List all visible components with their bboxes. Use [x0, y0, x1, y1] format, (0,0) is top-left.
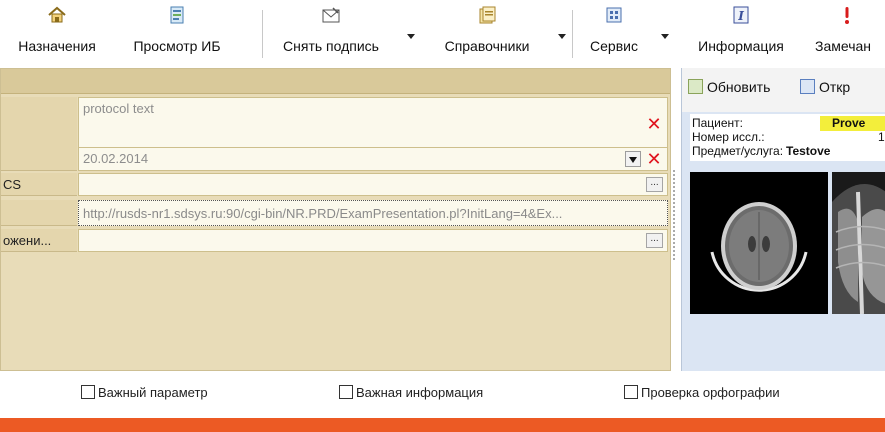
- home-icon: [46, 4, 68, 26]
- ct-head-thumbnail[interactable]: [690, 172, 828, 314]
- toolbar-label: Снять подпись: [283, 38, 379, 54]
- toolbar-separator: [572, 10, 573, 58]
- toolbar-button-dictionaries[interactable]: Справочники: [428, 4, 546, 60]
- open-icon: [800, 79, 815, 94]
- refresh-button[interactable]: Обновить: [688, 79, 770, 95]
- attachments-ellipsis-button[interactable]: ...: [646, 233, 663, 248]
- status-bar: [0, 418, 885, 432]
- toolbar-button-remarks[interactable]: Замечан: [807, 4, 885, 60]
- row-label: [1, 147, 77, 171]
- main-toolbar: Назначения Просмотр ИБ Снять подпись Спр…: [0, 0, 885, 62]
- toolbar-separator: [262, 10, 263, 58]
- toolbar-button-service[interactable]: Сервис: [581, 4, 647, 60]
- service-icon: [603, 4, 625, 26]
- field-value: 20.02.2014: [83, 151, 149, 166]
- pacs-field[interactable]: [78, 173, 668, 196]
- patient-row: Пациент: Prove: [690, 116, 885, 131]
- exam-number-key: Номер иссл.:: [692, 130, 765, 144]
- subject-value: Testove: [786, 144, 831, 158]
- open-label: Откр: [819, 79, 851, 95]
- checkbox-box[interactable]: [81, 385, 95, 399]
- important-information-checkbox[interactable]: Важная информация: [339, 385, 483, 400]
- important-parameter-checkbox[interactable]: Важный параметр: [81, 385, 208, 400]
- toolbar-button-view-record[interactable]: Просмотр ИБ: [117, 4, 237, 60]
- checkbox-box[interactable]: [624, 385, 638, 399]
- panel-splitter[interactable]: [673, 170, 677, 260]
- field-value: protocol text: [83, 101, 154, 116]
- chevron-down-icon[interactable]: [407, 34, 415, 39]
- row-label: [1, 200, 77, 226]
- patient-info-box: Пациент: Prove Номер иссл.: 1 Предмет/ус…: [690, 114, 885, 161]
- toolbar-button-information[interactable]: I Информация: [686, 4, 796, 60]
- toolbar-label: Справочники: [444, 38, 530, 54]
- refresh-icon: [688, 79, 703, 94]
- pacs-ellipsis-button[interactable]: ...: [646, 177, 663, 192]
- row-label-attachments: ожени...: [1, 229, 77, 252]
- toolbar-label: Замечан: [815, 38, 871, 54]
- toolbar-button-remove-signature[interactable]: Снять подпись: [272, 4, 390, 60]
- patient-value: Prove: [832, 116, 866, 130]
- toolbar-label: Назначения: [18, 38, 96, 54]
- subject-row: Предмет/услуга: Testove: [690, 144, 885, 159]
- checkbox-label: Проверка орфографии: [641, 385, 780, 400]
- row-label: CS: [1, 173, 77, 196]
- open-button[interactable]: Откр: [800, 79, 850, 95]
- toolbar-button-appointments[interactable]: Назначения: [8, 4, 106, 60]
- subject-key: Предмет/услуга:: [692, 144, 784, 158]
- chest-xray-thumbnail[interactable]: [832, 172, 885, 314]
- toolbar-label: Сервис: [590, 38, 638, 54]
- form-header: [1, 69, 670, 94]
- clear-protocol-button[interactable]: ✕: [645, 115, 663, 133]
- checkbox-label: Важная информация: [356, 385, 484, 400]
- date-field[interactable]: 20.02.2014: [78, 147, 668, 171]
- options-bar: Важный параметр Важная информация Провер…: [0, 372, 885, 416]
- field-value: http://rusds-nr1.sdsys.ru:90/cgi-bin/NR.…: [83, 206, 563, 221]
- spellcheck-checkbox[interactable]: Проверка орфографии: [624, 385, 780, 400]
- patient-key: Пациент:: [692, 116, 744, 130]
- record-view-icon: [166, 4, 188, 26]
- protocol-form-panel: protocol text ✕ 20.02.2014 ✕ CS ... http…: [0, 68, 671, 371]
- chevron-down-icon[interactable]: [558, 34, 566, 39]
- checkbox-label: Важный параметр: [98, 385, 208, 400]
- toolbar-label: Информация: [698, 38, 784, 54]
- checkbox-box[interactable]: [339, 385, 353, 399]
- exam-number-row: Номер иссл.: 1: [690, 130, 885, 145]
- date-dropdown-button[interactable]: [625, 151, 641, 167]
- dictionary-icon: [476, 4, 498, 26]
- toolbar-label: Просмотр ИБ: [133, 38, 221, 54]
- info-icon: I: [730, 4, 752, 26]
- refresh-label: Обновить: [707, 79, 771, 95]
- attachments-field[interactable]: [78, 229, 668, 252]
- exclamation-icon: [836, 4, 858, 26]
- viewer-toolbar: Обновить Откр: [682, 68, 885, 112]
- clear-date-button[interactable]: ✕: [645, 150, 663, 168]
- envelope-sign-icon: [320, 4, 342, 26]
- exam-number-value: 1: [878, 130, 885, 144]
- chevron-down-icon[interactable]: [661, 34, 669, 39]
- svg-text:I: I: [737, 9, 744, 23]
- image-viewer-panel: Обновить Откр Пациент: Prove Номер иссл.…: [681, 68, 885, 371]
- exam-url-field[interactable]: http://rusds-nr1.sdsys.ru:90/cgi-bin/NR.…: [78, 200, 668, 226]
